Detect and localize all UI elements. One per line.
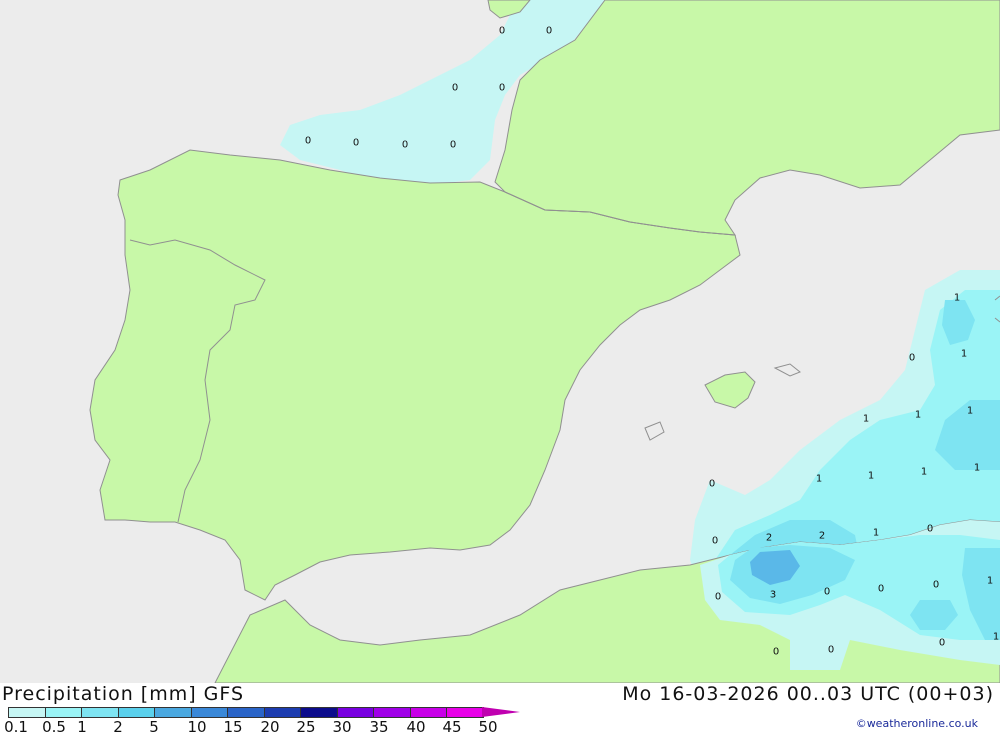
contour-label: 2	[819, 531, 825, 542]
legend-tick-label: 0.5	[42, 718, 66, 736]
contour-label: 1	[967, 406, 973, 417]
contour-label: 0	[499, 26, 505, 37]
contour-label: 0	[715, 592, 721, 603]
legend-swatch	[8, 707, 46, 718]
legend-tick-label: 0.1	[4, 718, 28, 736]
legend-tick-label: 10	[187, 718, 207, 736]
legend-swatch	[263, 707, 301, 718]
contour-label: 0	[712, 536, 718, 547]
legend-swatch	[446, 707, 484, 718]
contour-label: 0	[709, 479, 715, 490]
legend-swatch	[409, 707, 447, 718]
legend-swatch	[227, 707, 265, 718]
contour-label: 1	[863, 414, 869, 425]
contour-label: 0	[939, 638, 945, 649]
legend-swatch	[81, 707, 119, 718]
legend-swatch	[336, 707, 374, 718]
precipitation-legend-bar	[8, 707, 520, 718]
contour-label: 0	[546, 26, 552, 37]
legend-tick-label: 20	[260, 718, 280, 736]
contour-label: 1	[873, 528, 879, 539]
legend-swatch	[190, 707, 228, 718]
contour-label: 0	[824, 587, 830, 598]
contour-label: 1	[868, 471, 874, 482]
contour-label: 0	[450, 140, 456, 151]
contour-label: 3	[770, 590, 776, 601]
map-footer: Precipitation [mm] GFS Mo 16-03-2026 00.…	[0, 683, 1000, 736]
legend-tick-label: 25	[296, 718, 316, 736]
contour-label: 1	[954, 293, 960, 304]
legend-tick-label: 1	[77, 718, 87, 736]
legend-tick-label: 45	[442, 718, 462, 736]
contour-label: 2	[766, 533, 772, 544]
contour-label: 0	[452, 83, 458, 94]
contour-label: 0	[933, 580, 939, 591]
contour-label: 0	[773, 647, 779, 658]
contour-label: 1	[921, 467, 927, 478]
contour-label: 0	[927, 524, 933, 535]
contour-label: 1	[816, 474, 822, 485]
legend-tick-label: 5	[149, 718, 159, 736]
legend-tick-label: 50	[478, 718, 498, 736]
valid-time: Mo 16-03-2026 00..03 UTC (00+03)	[622, 683, 994, 705]
map-title: Precipitation [mm] GFS	[2, 683, 245, 705]
legend-tick-label: 2	[113, 718, 123, 736]
legend-swatch	[154, 707, 192, 718]
legend-swatch	[300, 707, 338, 718]
contour-label: 0	[499, 83, 505, 94]
contour-label: 0	[402, 140, 408, 151]
credit-link[interactable]: ©weatheronline.co.uk	[856, 717, 978, 730]
legend-swatch	[373, 707, 411, 718]
contour-label: 1	[961, 349, 967, 360]
contour-label: 1	[987, 576, 993, 587]
legend-swatch	[117, 707, 155, 718]
precipitation-map: 0 0 0 0 0 0 0 0 0 1 0 1 1 1 1 0 1 1 1 1 …	[0, 0, 1000, 683]
contour-label: 0	[353, 138, 359, 149]
legend-tick-label: 15	[223, 718, 243, 736]
legend-arrow	[482, 707, 520, 717]
contour-label: 1	[974, 463, 980, 474]
legend-tick-label: 35	[369, 718, 389, 736]
contour-label: 0	[878, 584, 884, 595]
contour-label: 1	[915, 410, 921, 421]
legend-tick-label: 40	[406, 718, 426, 736]
contour-label: 0	[828, 645, 834, 656]
contour-label: 0	[305, 136, 311, 147]
legend-swatch	[44, 707, 82, 718]
contour-label: 1	[993, 632, 999, 643]
legend-tick-label: 30	[332, 718, 352, 736]
contour-label: 0	[909, 353, 915, 364]
